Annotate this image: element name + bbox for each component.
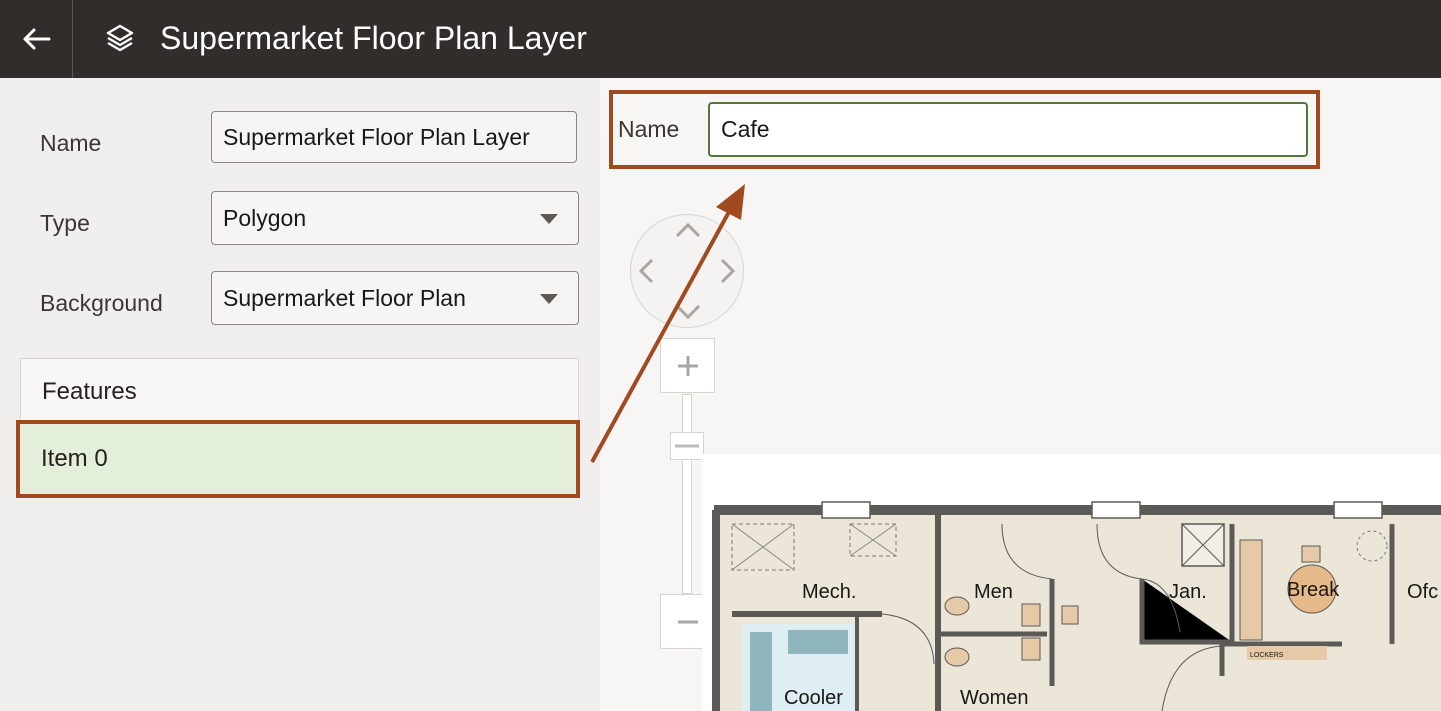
pan-down-button[interactable] (674, 303, 702, 321)
zoom-slider-thumb[interactable] (670, 432, 704, 460)
pan-right-button[interactable] (719, 257, 737, 285)
room-label-break: Break (1287, 579, 1340, 601)
map-canvas[interactable]: Name Cafe Mech. Men Jan. Break Ofc Coole… (600, 78, 1441, 711)
feature-list-item[interactable]: Item 0 (20, 424, 576, 494)
arrow-left-icon (23, 28, 51, 50)
background-select-value: Supermarket Floor Plan (223, 285, 466, 311)
type-label: Type (40, 210, 90, 236)
zoom-in-button[interactable] (660, 338, 715, 393)
plus-icon (677, 355, 698, 376)
room-label-jan: Jan. (1169, 581, 1207, 603)
feature-name-label: Name (618, 116, 680, 142)
chevron-down-icon (540, 214, 558, 224)
room-label-cooler: Cooler (784, 687, 843, 709)
feature-name-input[interactable]: Cafe (708, 102, 1308, 157)
zoom-slider-track[interactable] (682, 394, 692, 594)
name-label: Name (40, 130, 102, 156)
layers-icon (106, 24, 134, 52)
header-divider (72, 0, 73, 78)
minus-icon (675, 444, 699, 448)
background-label: Background (40, 290, 163, 316)
layer-name-input[interactable]: Supermarket Floor Plan Layer (211, 111, 577, 163)
layer-properties-panel: Name Supermarket Floor Plan Layer Type P… (0, 78, 600, 711)
minus-icon (677, 620, 698, 623)
features-header: Features (20, 358, 579, 424)
app-header: Supermarket Floor Plan Layer (0, 0, 1441, 78)
type-select-value: Polygon (223, 205, 307, 231)
room-label-lockers: LOCKERS (1250, 652, 1284, 659)
pan-up-button[interactable] (674, 221, 702, 239)
room-label-ofc: Ofc (1407, 581, 1438, 603)
background-select[interactable]: Supermarket Floor Plan (211, 271, 579, 325)
back-button[interactable] (0, 0, 72, 78)
floor-plan-image: Mech. Men Jan. Break Ofc Cooler Women LO… (702, 454, 1441, 711)
pan-left-button[interactable] (637, 257, 655, 285)
pan-compass-icon (630, 214, 744, 328)
type-select[interactable]: Polygon (211, 191, 579, 245)
page-title: Supermarket Floor Plan Layer (160, 20, 587, 56)
chevron-down-icon (540, 294, 558, 304)
room-label-men: Men (974, 581, 1013, 603)
room-label-women: Women (960, 687, 1029, 709)
room-label-mech: Mech. (802, 581, 856, 603)
